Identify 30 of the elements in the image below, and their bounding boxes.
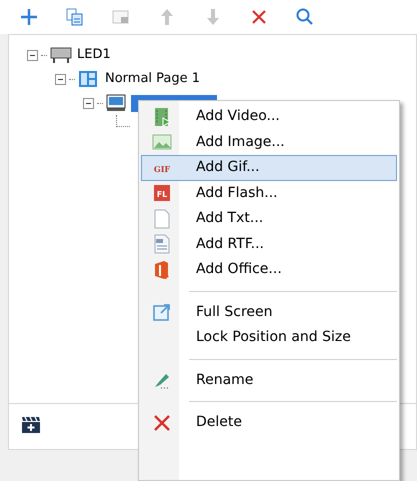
picture-icon <box>152 132 172 152</box>
led-screen-icon <box>50 46 72 64</box>
menu-item[interactable]: FL Add Flash... <box>141 180 397 206</box>
rich-text-document-icon <box>152 234 172 254</box>
menu-item[interactable]: Add Video... <box>141 104 397 130</box>
menu-item[interactable]: Add RTF... <box>141 232 397 257</box>
collapse-toggle[interactable] <box>27 50 38 60</box>
document-icon <box>152 208 172 229</box>
menu-item[interactable]: Lock Position and Size <box>141 325 397 350</box>
expand-window-icon <box>152 302 172 322</box>
menu-item[interactable]: Rename <box>141 368 397 393</box>
collapse-toggle[interactable] <box>83 98 94 108</box>
add-icon <box>19 7 39 27</box>
monitor-icon <box>106 94 128 112</box>
tree-item[interactable]: Normal Page 1 <box>103 69 202 89</box>
search-icon <box>295 7 315 27</box>
menu-item[interactable]: GIF Add Gif... <box>141 155 397 180</box>
tree-item[interactable]: LED1 <box>75 45 113 65</box>
menu-item[interactable]: Add Office... <box>141 257 397 282</box>
delete-icon <box>152 412 172 433</box>
clapperboard-add-icon[interactable] <box>21 416 41 434</box>
gif-icon: GIF <box>152 158 172 178</box>
flash-icon: FL <box>152 183 172 204</box>
menu-item[interactable]: Add Txt... <box>141 206 397 232</box>
copy-icon <box>65 7 85 27</box>
collapse-toggle[interactable] <box>55 74 66 84</box>
menu-item[interactable]: Add Image... <box>141 130 397 155</box>
page-layout-icon <box>78 70 100 88</box>
film-icon <box>152 106 172 127</box>
menu-item[interactable]: Full Screen <box>141 300 397 325</box>
